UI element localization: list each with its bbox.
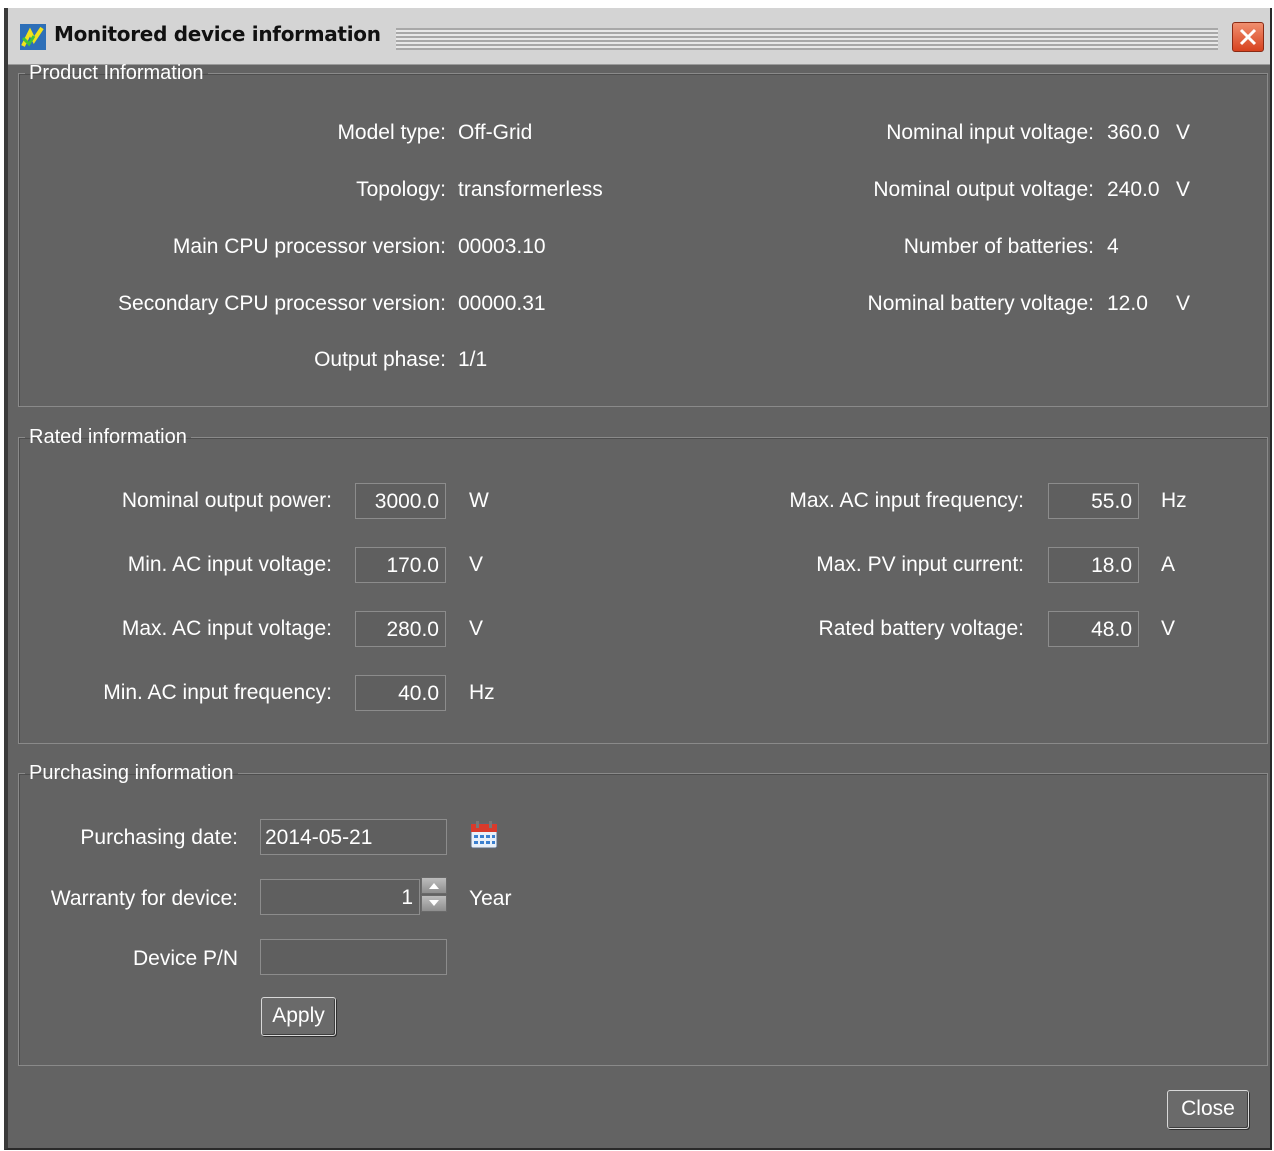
device-pn-label: Device P/N bbox=[132, 947, 238, 970]
nominal-input-voltage-label: Nominal input voltage: bbox=[886, 121, 1094, 144]
arrow-up-icon bbox=[429, 883, 439, 889]
purchasing-information-legend: Purchasing information bbox=[29, 762, 234, 784]
max-ac-input-frequency-label: Max. AC input frequency: bbox=[789, 489, 1024, 512]
nominal-input-voltage-value: 360.0 bbox=[1107, 121, 1160, 144]
purchasing-date-field[interactable]: 2014-05-21 bbox=[260, 819, 447, 855]
device-info-dialog: Monitored device information Product Inf… bbox=[4, 8, 1272, 1150]
close-icon bbox=[1239, 28, 1257, 46]
max-pv-input-current-field[interactable]: 18.0 bbox=[1048, 547, 1139, 583]
min-ac-input-voltage-label: Min. AC input voltage: bbox=[127, 553, 332, 576]
title-bar[interactable]: Monitored device information bbox=[8, 8, 1270, 65]
rated-battery-voltage-field[interactable]: 48.0 bbox=[1048, 611, 1139, 647]
topology-label: Topology: bbox=[356, 178, 446, 201]
nominal-output-power-label: Nominal output power: bbox=[121, 489, 332, 512]
main-cpu-version-value: 00003.10 bbox=[458, 235, 546, 258]
purchasing-information-group: Purchasing information bbox=[18, 762, 1268, 1066]
nominal-output-voltage-unit: V bbox=[1176, 178, 1191, 201]
nominal-input-voltage-unit: V bbox=[1176, 121, 1191, 144]
warranty-stepper[interactable] bbox=[421, 877, 447, 913]
model-type-label: Model type: bbox=[337, 121, 446, 144]
stepper-down-button[interactable] bbox=[421, 895, 447, 912]
nominal-output-power-field[interactable]: 3000.0 bbox=[355, 483, 446, 519]
nominal-output-power-unit: W bbox=[469, 489, 489, 512]
arrow-down-icon bbox=[429, 900, 439, 906]
calendar-icon[interactable] bbox=[469, 820, 499, 850]
purchasing-date-label: Purchasing date: bbox=[80, 826, 238, 849]
max-ac-input-voltage-field[interactable]: 280.0 bbox=[355, 611, 446, 647]
max-pv-input-current-label: Max. PV input current: bbox=[816, 553, 1024, 576]
stepper-up-button[interactable] bbox=[421, 877, 447, 894]
nominal-battery-voltage-label: Nominal battery voltage: bbox=[867, 292, 1094, 315]
nominal-output-voltage-value: 240.0 bbox=[1107, 178, 1160, 201]
min-ac-input-frequency-label: Min. AC input frequency: bbox=[103, 681, 332, 704]
nominal-output-voltage-label: Nominal output voltage: bbox=[873, 178, 1094, 201]
rated-battery-voltage-label: Rated battery voltage: bbox=[818, 617, 1024, 640]
max-ac-input-voltage-unit: V bbox=[469, 617, 484, 640]
max-ac-input-frequency-field[interactable]: 55.0 bbox=[1048, 483, 1139, 519]
window-close-button[interactable] bbox=[1232, 22, 1264, 52]
app-logo-icon bbox=[20, 24, 46, 50]
max-ac-input-frequency-unit: Hz bbox=[1161, 489, 1187, 512]
min-ac-input-frequency-unit: Hz bbox=[469, 681, 495, 704]
secondary-cpu-version-value: 00000.31 bbox=[458, 292, 546, 315]
warranty-unit: Year bbox=[469, 887, 512, 910]
warranty-label: Warranty for device: bbox=[50, 887, 238, 910]
number-of-batteries-value: 4 bbox=[1107, 235, 1119, 258]
max-pv-input-current-unit: A bbox=[1161, 553, 1176, 576]
topology-value: transformerless bbox=[458, 178, 603, 201]
product-information-legend: Product Information bbox=[29, 62, 204, 84]
warranty-field[interactable]: 1 bbox=[260, 879, 420, 915]
number-of-batteries-label: Number of batteries: bbox=[903, 235, 1094, 258]
main-cpu-version-label: Main CPU processor version: bbox=[172, 235, 446, 258]
nominal-battery-voltage-value: 12.0 bbox=[1107, 292, 1148, 315]
min-ac-input-voltage-unit: V bbox=[469, 553, 484, 576]
model-type-value: Off-Grid bbox=[458, 121, 533, 144]
close-button[interactable]: Close bbox=[1167, 1090, 1249, 1129]
output-phase-label: Output phase: bbox=[314, 348, 446, 371]
nominal-battery-voltage-unit: V bbox=[1176, 292, 1191, 315]
title-drag-grip[interactable] bbox=[396, 28, 1218, 50]
secondary-cpu-version-label: Secondary CPU processor version: bbox=[118, 292, 446, 315]
max-ac-input-voltage-label: Max. AC input voltage: bbox=[121, 617, 332, 640]
min-ac-input-voltage-field[interactable]: 170.0 bbox=[355, 547, 446, 583]
rated-information-legend: Rated information bbox=[29, 426, 187, 448]
device-pn-field[interactable] bbox=[260, 939, 447, 975]
min-ac-input-frequency-field[interactable]: 40.0 bbox=[355, 675, 446, 711]
apply-button[interactable]: Apply bbox=[261, 997, 336, 1036]
window-title: Monitored device information bbox=[54, 22, 381, 46]
rated-battery-voltage-unit: V bbox=[1161, 617, 1176, 640]
output-phase-value: 1/1 bbox=[458, 348, 488, 371]
